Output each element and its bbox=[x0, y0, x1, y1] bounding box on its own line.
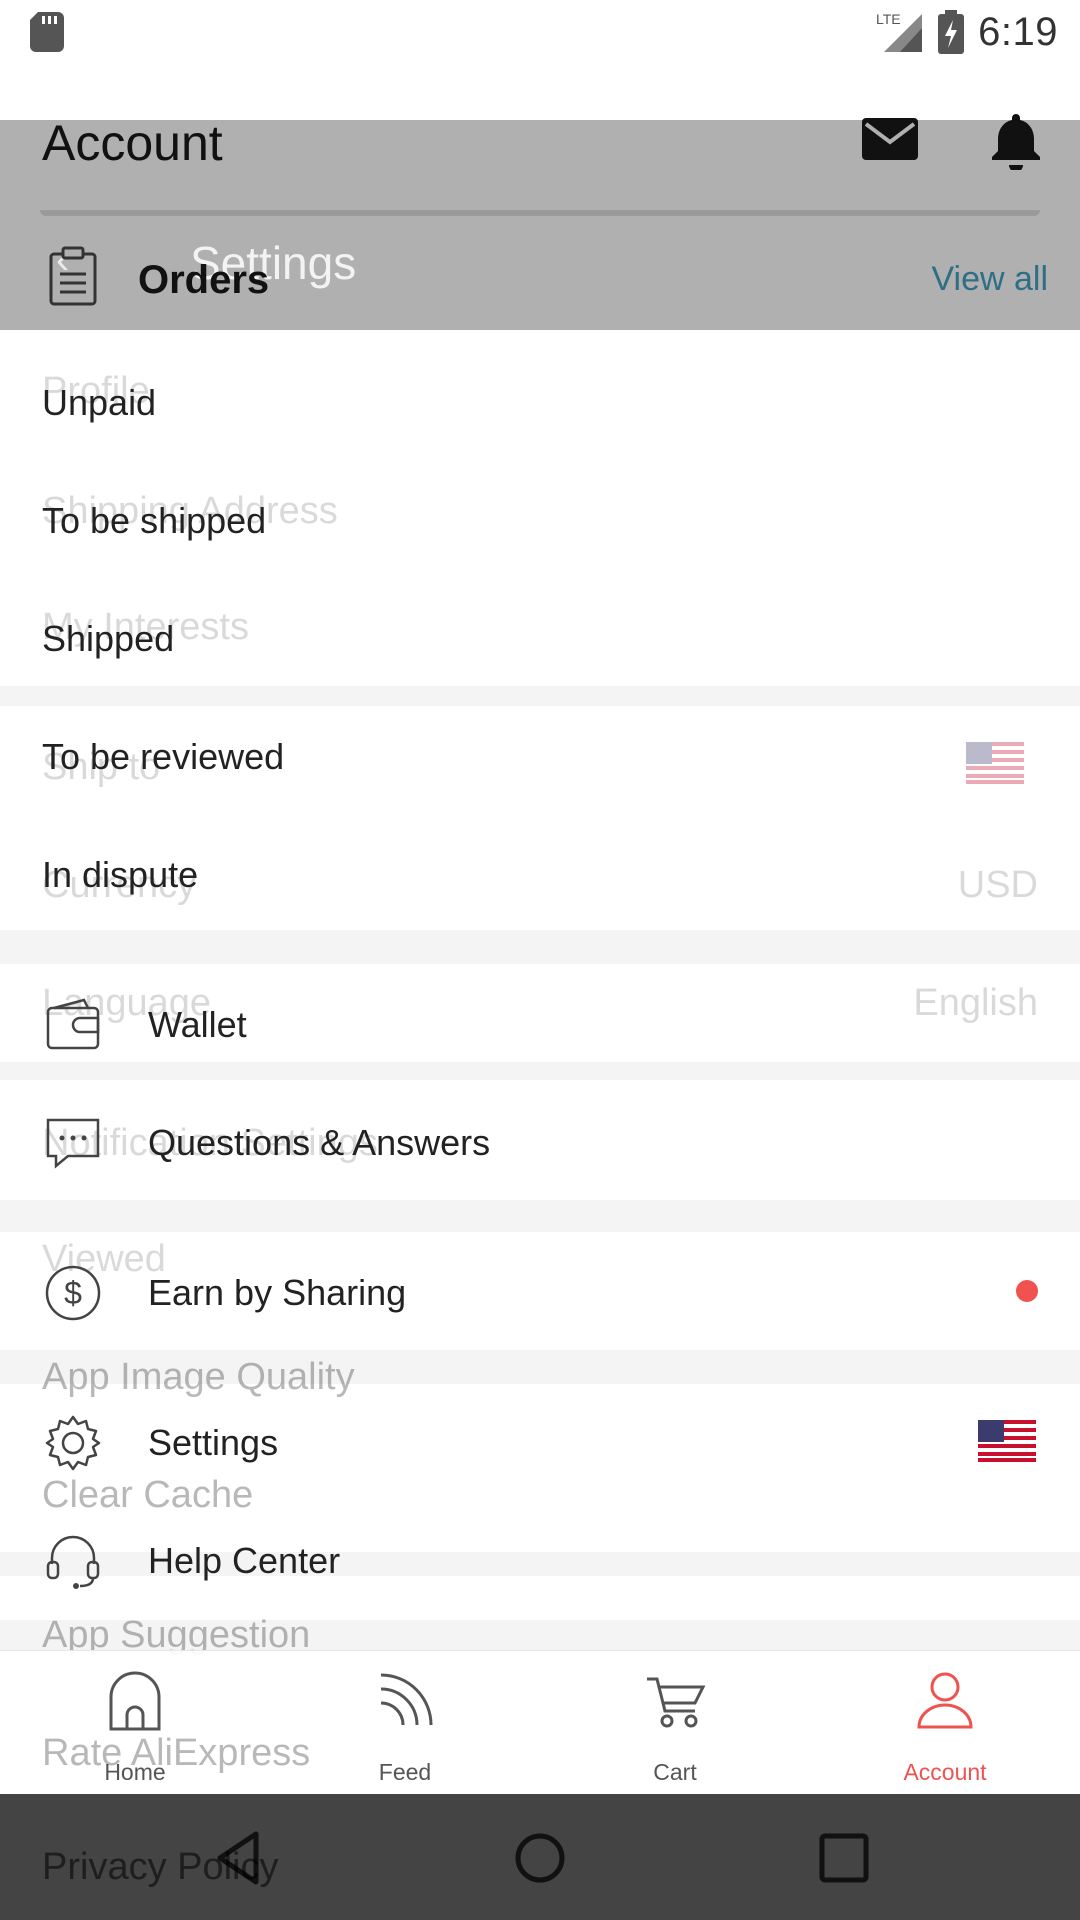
cart-icon bbox=[647, 1677, 705, 1728]
orders-title: Orders bbox=[138, 258, 270, 302]
menu-item-settings[interactable]: Settings bbox=[0, 1392, 1080, 1492]
help-center-label: Help Center bbox=[148, 1540, 341, 1581]
order-status-in-dispute[interactable]: In dispute bbox=[42, 854, 198, 896]
divider bbox=[0, 930, 1080, 964]
page-title: Account bbox=[42, 115, 223, 171]
home-icon bbox=[109, 1671, 161, 1731]
clock: 6:19 bbox=[978, 9, 1058, 54]
clipboard-icon bbox=[49, 246, 97, 306]
status-bar: LTE 6:19 bbox=[0, 0, 1080, 64]
mail-icon[interactable] bbox=[860, 110, 920, 170]
order-status-shipped[interactable]: Shipped bbox=[42, 618, 174, 660]
menu-item-earn-by-sharing[interactable]: $ Earn by Sharing bbox=[0, 1242, 1080, 1342]
svg-text:$: $ bbox=[64, 1275, 82, 1311]
nav-account[interactable]: Account bbox=[810, 1651, 1080, 1795]
menu-item-questions-answers[interactable]: Questions & Answers bbox=[0, 1092, 1080, 1192]
nav-recents-icon[interactable] bbox=[816, 1830, 872, 1886]
bell-icon[interactable] bbox=[986, 110, 1046, 170]
view-all-link[interactable]: View all bbox=[931, 260, 1048, 299]
us-flag-icon bbox=[966, 742, 1024, 784]
nav-feed-label: Feed bbox=[378, 1759, 432, 1785]
nav-cart-label: Cart bbox=[653, 1759, 697, 1785]
wallet-label: Wallet bbox=[148, 1004, 247, 1045]
menu-item-wallet[interactable]: Wallet bbox=[0, 974, 1080, 1074]
settings-item-privacy-policy[interactable]: Privacy Policy bbox=[42, 1846, 279, 1889]
wallet-icon bbox=[46, 998, 100, 1050]
nav-feed[interactable]: Feed bbox=[270, 1651, 540, 1795]
order-status-to-be-shipped[interactable]: To be shipped bbox=[42, 500, 266, 542]
sd-card-icon bbox=[30, 12, 64, 52]
settings-label: Settings bbox=[148, 1422, 279, 1463]
headset-icon bbox=[46, 1535, 100, 1589]
person-icon bbox=[917, 1672, 973, 1729]
notification-dot bbox=[1016, 1280, 1038, 1302]
battery-icon bbox=[938, 10, 965, 54]
nav-account-label: Account bbox=[903, 1759, 987, 1785]
nav-cart[interactable]: Cart bbox=[540, 1651, 810, 1795]
svg-text:LTE: LTE bbox=[876, 11, 901, 27]
menu-item-help-center[interactable]: Help Center bbox=[0, 1510, 1080, 1610]
questions-answers-label: Questions & Answers bbox=[148, 1122, 491, 1163]
order-status-unpaid[interactable]: Unpaid bbox=[42, 382, 156, 424]
divider bbox=[0, 686, 1080, 706]
nav-home-icon[interactable] bbox=[512, 1830, 568, 1886]
feed-icon bbox=[380, 1673, 433, 1726]
order-status-to-be-reviewed[interactable]: To be reviewed bbox=[42, 736, 284, 778]
us-flag-icon bbox=[978, 1420, 1036, 1462]
currency-value: USD bbox=[957, 864, 1038, 906]
gear-icon bbox=[45, 1415, 101, 1471]
divider bbox=[0, 1200, 1080, 1232]
settings-item-rate[interactable]: Rate AliExpress bbox=[42, 1732, 310, 1775]
chat-bubble-icon bbox=[46, 1118, 100, 1169]
signal-icon: LTE bbox=[876, 11, 923, 52]
dollar-icon: $ bbox=[45, 1265, 101, 1321]
earn-by-sharing-label: Earn by Sharing bbox=[148, 1272, 407, 1313]
